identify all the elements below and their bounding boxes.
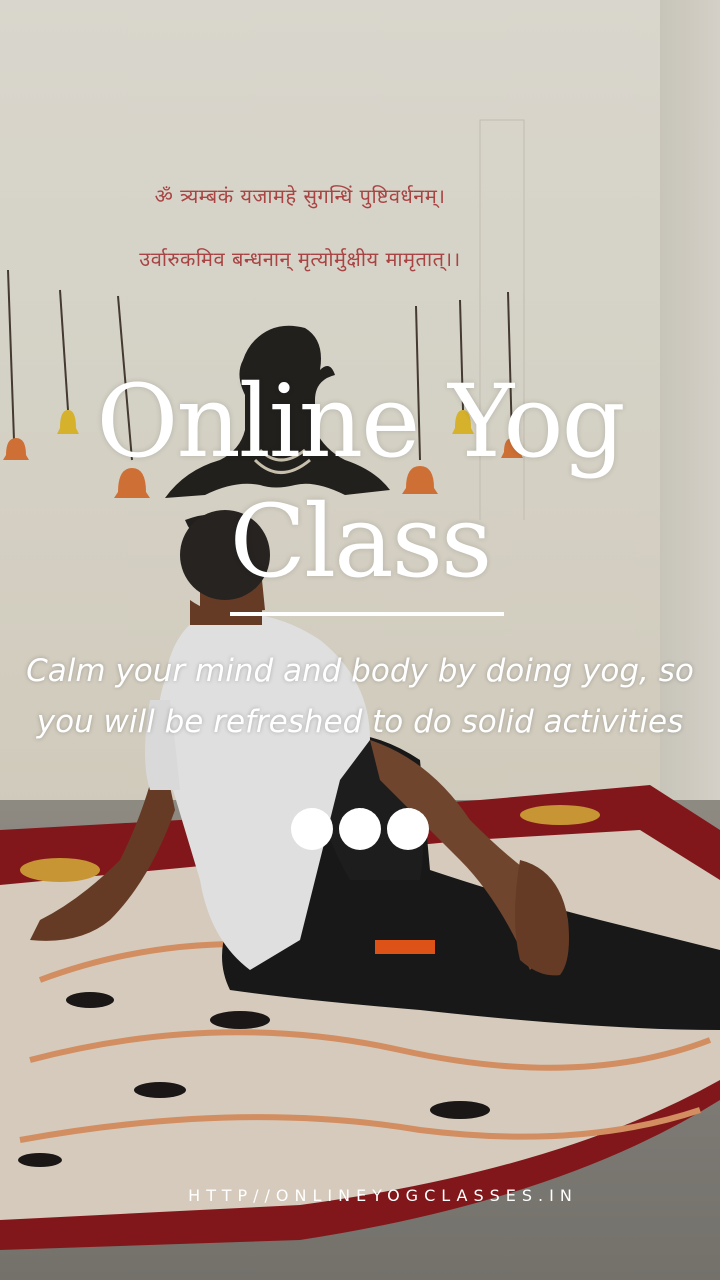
dim-overlay (0, 0, 720, 1280)
background-photo: ॐ त्र्यम्बकं यजामहे सुगन्धिं पुष्टिवर्धन… (0, 0, 720, 1280)
subtitle-text: Calm your mind and body by doing yog, so… (26, 653, 694, 740)
website-url[interactable]: HTTP//ONLINEYOGCLASSES.IN (0, 1186, 720, 1205)
title-line-2: Class (229, 483, 493, 600)
title-line-1: Online Yog (96, 363, 625, 480)
three-striped-circles-icon (291, 808, 429, 850)
title-divider (230, 612, 504, 616)
